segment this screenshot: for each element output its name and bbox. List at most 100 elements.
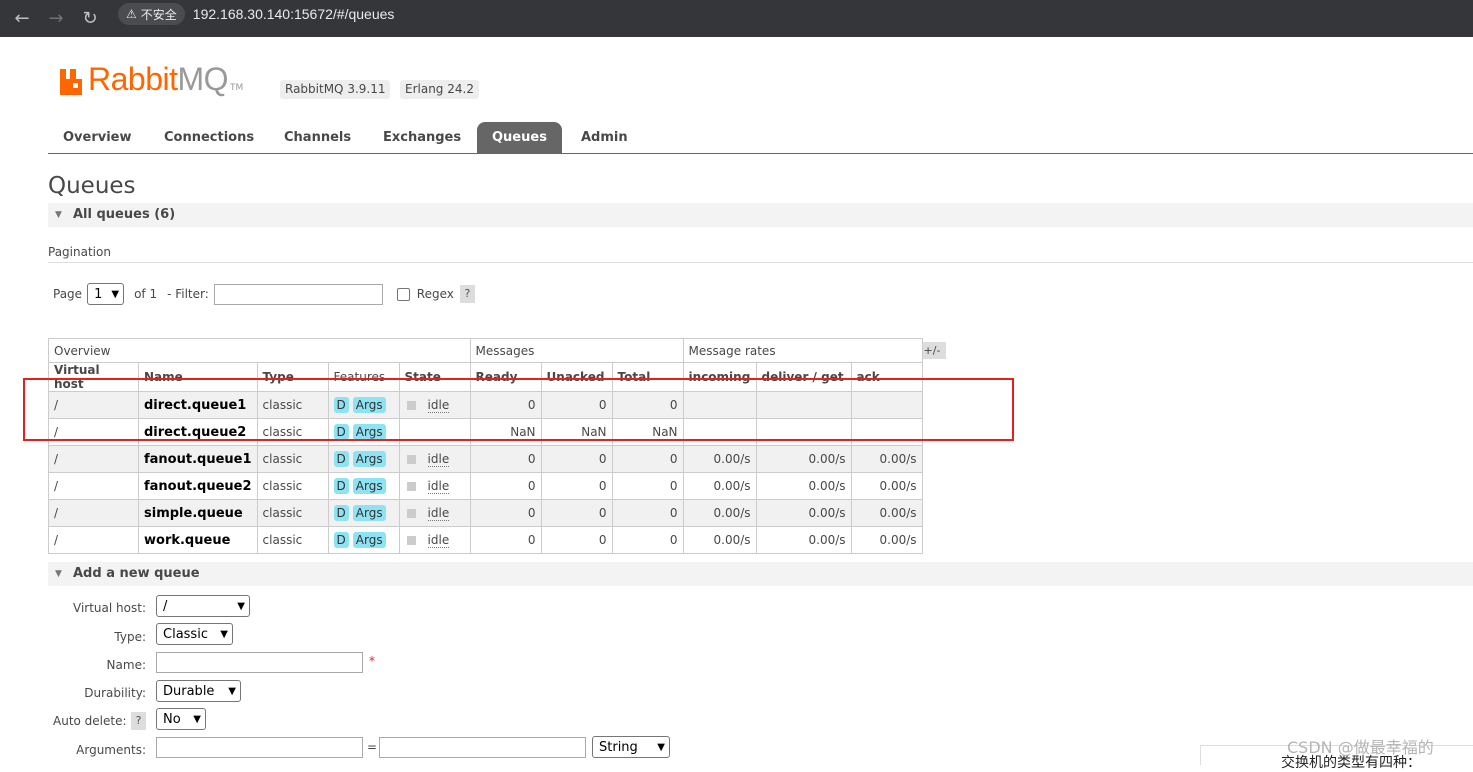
table-row: / simple.queue classic D Args idle 0 0 0 0.00/s 0.… — [48, 499, 923, 527]
all-queues-toggle[interactable]: ▼ All queues (6) — [48, 203, 1473, 227]
cell-features: D Args — [327, 499, 400, 527]
table-row: / fanout.queue2 classic D Args idle 0 0 0 0.00/s 0… — [48, 472, 923, 500]
group-header-messages: Messages — [469, 338, 684, 363]
add-queue-toggle[interactable]: ▼ Add a new queue — [48, 562, 1473, 586]
collapse-triangle-icon: ▼ — [55, 569, 62, 579]
queue-name-link[interactable]: fanout.queue2 — [138, 472, 258, 500]
security-indicator[interactable]: ⚠ 不安全 — [118, 3, 185, 25]
filter-label: - Filter: — [167, 287, 209, 301]
erlang-badge: Erlang 24.2 — [400, 80, 479, 99]
regex-help-icon[interactable]: ? — [459, 285, 475, 303]
vhost-select[interactable]: / ▼ — [156, 595, 250, 617]
cell-total: 0 — [611, 472, 684, 500]
auto-delete-help-icon[interactable]: ? — [131, 712, 146, 730]
cell-total: 0 — [611, 526, 684, 554]
state-text: idle — [427, 533, 450, 548]
page-title: Queues — [48, 173, 136, 199]
cell-vhost: / — [48, 499, 139, 527]
pagination-divider — [48, 262, 1473, 263]
tab-overview[interactable]: Overview — [48, 122, 147, 153]
state-text: idle — [427, 479, 450, 494]
cell-unacked: 0 — [540, 445, 613, 473]
state-text: idle — [427, 506, 450, 521]
cell-deliver-get: 0.00/s — [755, 472, 852, 500]
argument-value-input[interactable] — [379, 737, 586, 758]
cell-unacked: 0 — [540, 472, 613, 500]
queue-name-input[interactable] — [156, 652, 363, 673]
cell-ack: 0.00/s — [850, 445, 923, 473]
cell-features: D Args — [327, 445, 400, 473]
regex-checkbox[interactable] — [396, 287, 410, 301]
tab-queues[interactable]: Queues — [477, 122, 562, 153]
cell-vhost: / — [48, 445, 139, 473]
argument-equals: = — [367, 740, 378, 754]
cell-ready: 0 — [469, 445, 542, 473]
reload-icon[interactable]: ↻ — [78, 7, 102, 31]
durable-feature-badge: D — [333, 451, 349, 467]
cell-vhost: / — [48, 472, 139, 500]
cell-ack: 0.00/s — [850, 472, 923, 500]
main-tabs: Overview Connections Channels Exchanges … — [48, 122, 1473, 154]
durability-select-value: Durable — [163, 683, 215, 699]
url-text[interactable]: 192.168.30.140:15672/#/queues — [193, 6, 395, 22]
table-row: / fanout.queue1 classic D Args idle 0 0 0 0.00/s 0… — [48, 445, 923, 473]
chevron-down-icon: ▼ — [237, 600, 245, 612]
page-select[interactable]: 1 ▼ — [87, 283, 125, 305]
forward-arrow-icon[interactable]: → — [44, 7, 68, 31]
browser-toolbar: ← → ↻ ⚠ 不安全 192.168.30.140:15672/#/queue… — [0, 0, 1473, 37]
tab-exchanges[interactable]: Exchanges — [368, 122, 476, 153]
cell-vhost: / — [48, 526, 139, 554]
tab-admin[interactable]: Admin — [566, 122, 643, 153]
cell-total: 0 — [611, 445, 684, 473]
all-queues-title: All queues (6) — [73, 207, 176, 222]
queue-name-link[interactable]: simple.queue — [138, 499, 258, 527]
vhost-select-value: / — [163, 598, 168, 614]
back-arrow-icon[interactable]: ← — [10, 7, 34, 31]
page-label: Page — [53, 287, 83, 301]
cell-ready: 0 — [469, 499, 542, 527]
cell-ack: 0.00/s — [850, 499, 923, 527]
collapse-triangle-icon: ▼ — [55, 210, 62, 220]
pagination-label: Pagination — [48, 245, 111, 259]
address-bar[interactable]: ⚠ 不安全 192.168.30.140:15672/#/queues — [118, 2, 1473, 26]
cell-state: idle — [398, 472, 471, 500]
chevron-down-icon: ▼ — [220, 628, 228, 640]
type-select[interactable]: Classic ▼ — [156, 623, 233, 645]
cell-ready: 0 — [469, 526, 542, 554]
chevron-down-icon: ▼ — [111, 288, 120, 300]
page-count: of 1 — [134, 287, 158, 301]
chevron-down-icon: ▼ — [193, 713, 201, 725]
state-indicator-icon — [406, 536, 416, 545]
state-indicator-icon — [406, 482, 416, 491]
cell-unacked: 0 — [540, 499, 613, 527]
regex-label: Regex — [416, 287, 454, 301]
logo-rabbit: Rabbit — [88, 61, 178, 97]
tab-connections[interactable]: Connections — [149, 122, 269, 153]
type-select-value: Classic — [163, 626, 208, 642]
pagination-controls: Page 1 ▼ of 1 - Filter: Regex ? — [53, 282, 475, 306]
cell-type: classic — [256, 472, 329, 500]
durable-feature-badge: D — [333, 505, 349, 521]
tab-channels[interactable]: Channels — [269, 122, 366, 153]
logo-mq: MQ — [177, 61, 229, 97]
cell-incoming: 0.00/s — [682, 445, 757, 473]
chevron-down-icon: ▼ — [228, 685, 236, 697]
queues-table: Overview Messages Message rates Virtual … — [48, 338, 923, 554]
cell-ack: 0.00/s — [850, 526, 923, 554]
rabbitmq-logo[interactable]: RabbitMQ TM — [58, 63, 243, 95]
auto-delete-select[interactable]: No ▼ — [156, 708, 206, 730]
state-indicator-icon — [406, 455, 416, 464]
argument-key-input[interactable] — [156, 737, 363, 758]
queue-name-link[interactable]: fanout.queue1 — [138, 445, 258, 473]
add-queue-title: Add a new queue — [73, 566, 200, 581]
cell-features: D Args — [327, 526, 400, 554]
rabbitmq-logo-icon — [58, 69, 84, 95]
durability-select[interactable]: Durable ▼ — [156, 680, 241, 702]
filter-input[interactable] — [213, 283, 383, 305]
queue-name-link[interactable]: work.queue — [138, 526, 258, 554]
csdn-watermark: CSDN @做最幸福的 — [1287, 738, 1434, 757]
logo-trademark: TM — [230, 83, 244, 93]
cell-state: idle — [398, 526, 471, 554]
cell-deliver-get: 0.00/s — [755, 499, 852, 527]
argument-type-select[interactable]: String ▼ — [592, 736, 670, 758]
